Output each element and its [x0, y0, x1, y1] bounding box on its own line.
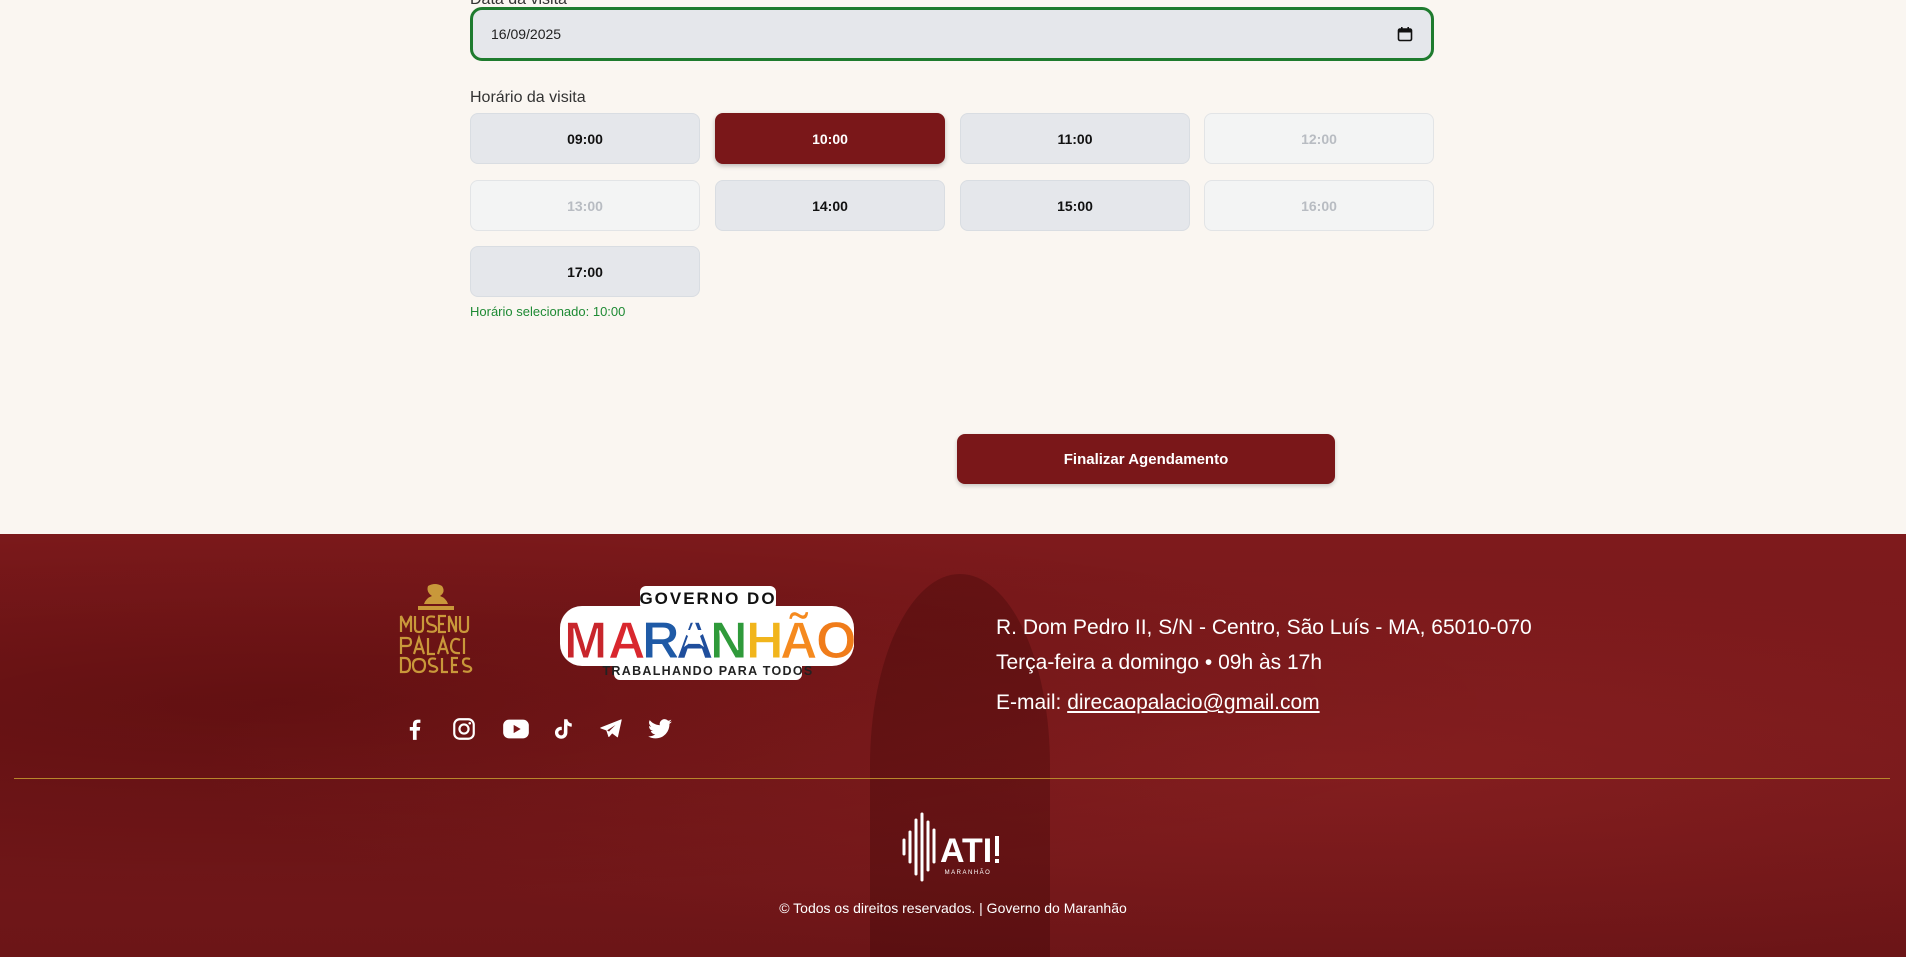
calendar-icon[interactable]	[1397, 26, 1413, 42]
address-text: R. Dom Pedro II, S/N - Centro, São Luís …	[996, 616, 1532, 639]
telegram-link[interactable]	[598, 714, 647, 744]
facebook-link[interactable]	[402, 714, 451, 744]
telegram-icon	[600, 719, 622, 738]
time-slot-1300: 13:00	[470, 180, 700, 231]
tiktok-icon	[554, 719, 572, 739]
governo-do-maranhao-logo[interactable]: GOVERNO DO M A R A N H Ã O TRABALHANDO P…	[560, 586, 854, 682]
svg-text:TRABALHANDO PARA TODOS: TRABALHANDO PARA TODOS	[602, 664, 813, 678]
opening-hours-text: Terça-feira a domingo • 09h às 17h	[996, 651, 1323, 674]
svg-text:O: O	[816, 612, 854, 670]
svg-text:M: M	[564, 612, 607, 670]
instagram-icon	[453, 718, 475, 740]
twitter-link[interactable]	[647, 714, 696, 744]
instagram-link[interactable]	[451, 714, 500, 744]
email-line: E-mail: direcaopalacio@gmail.com	[996, 691, 1320, 715]
footer-divider	[14, 778, 1890, 779]
finalize-booking-button[interactable]: Finalizar Agendamento	[957, 434, 1335, 484]
email-prefix: E-mail:	[996, 691, 1068, 714]
facebook-icon	[409, 719, 421, 740]
twitter-icon	[648, 719, 672, 739]
time-slot-1700[interactable]: 17:00	[470, 246, 700, 297]
time-slot-1600: 16:00	[1204, 180, 1434, 231]
youtube-link[interactable]	[500, 714, 549, 744]
time-slot-1500[interactable]: 15:00	[960, 180, 1190, 231]
email-link[interactable]: direcaopalacio@gmail.com	[1067, 691, 1319, 714]
time-slot-1100[interactable]: 11:00	[960, 113, 1190, 164]
date-value: 16/09/2025	[491, 26, 562, 42]
time-label: Horário da visita	[470, 89, 586, 106]
youtube-icon	[503, 719, 529, 739]
site-footer: GOVERNO DO M A R A N H Ã O TRABALHANDO P…	[0, 534, 1906, 957]
selected-time-note: Horário selecionado: 10:00	[470, 304, 626, 319]
copyright-text: © Todos os direitos reservados. | Govern…	[779, 900, 1127, 916]
time-slot-0900[interactable]: 09:00	[470, 113, 700, 164]
svg-text:ATI: ATI	[940, 832, 992, 870]
social-links	[402, 714, 696, 744]
booking-section: Data da visita 16/09/2025 Horário da vis…	[0, 0, 1906, 534]
ati-maranhao-logo[interactable]: ATI MARANHÃO	[900, 810, 1004, 882]
tiktok-link[interactable]	[549, 714, 598, 744]
museum-logo[interactable]	[398, 582, 473, 674]
svg-text:GOVERNO DO: GOVERNO DO	[639, 589, 776, 608]
svg-text:MARANHÃO: MARANHÃO	[945, 869, 992, 876]
time-slot-1000[interactable]: 10:00	[715, 113, 945, 164]
time-slot-1200: 12:00	[1204, 113, 1434, 164]
date-input[interactable]: 16/09/2025	[470, 7, 1434, 61]
time-slot-1400[interactable]: 14:00	[715, 180, 945, 231]
